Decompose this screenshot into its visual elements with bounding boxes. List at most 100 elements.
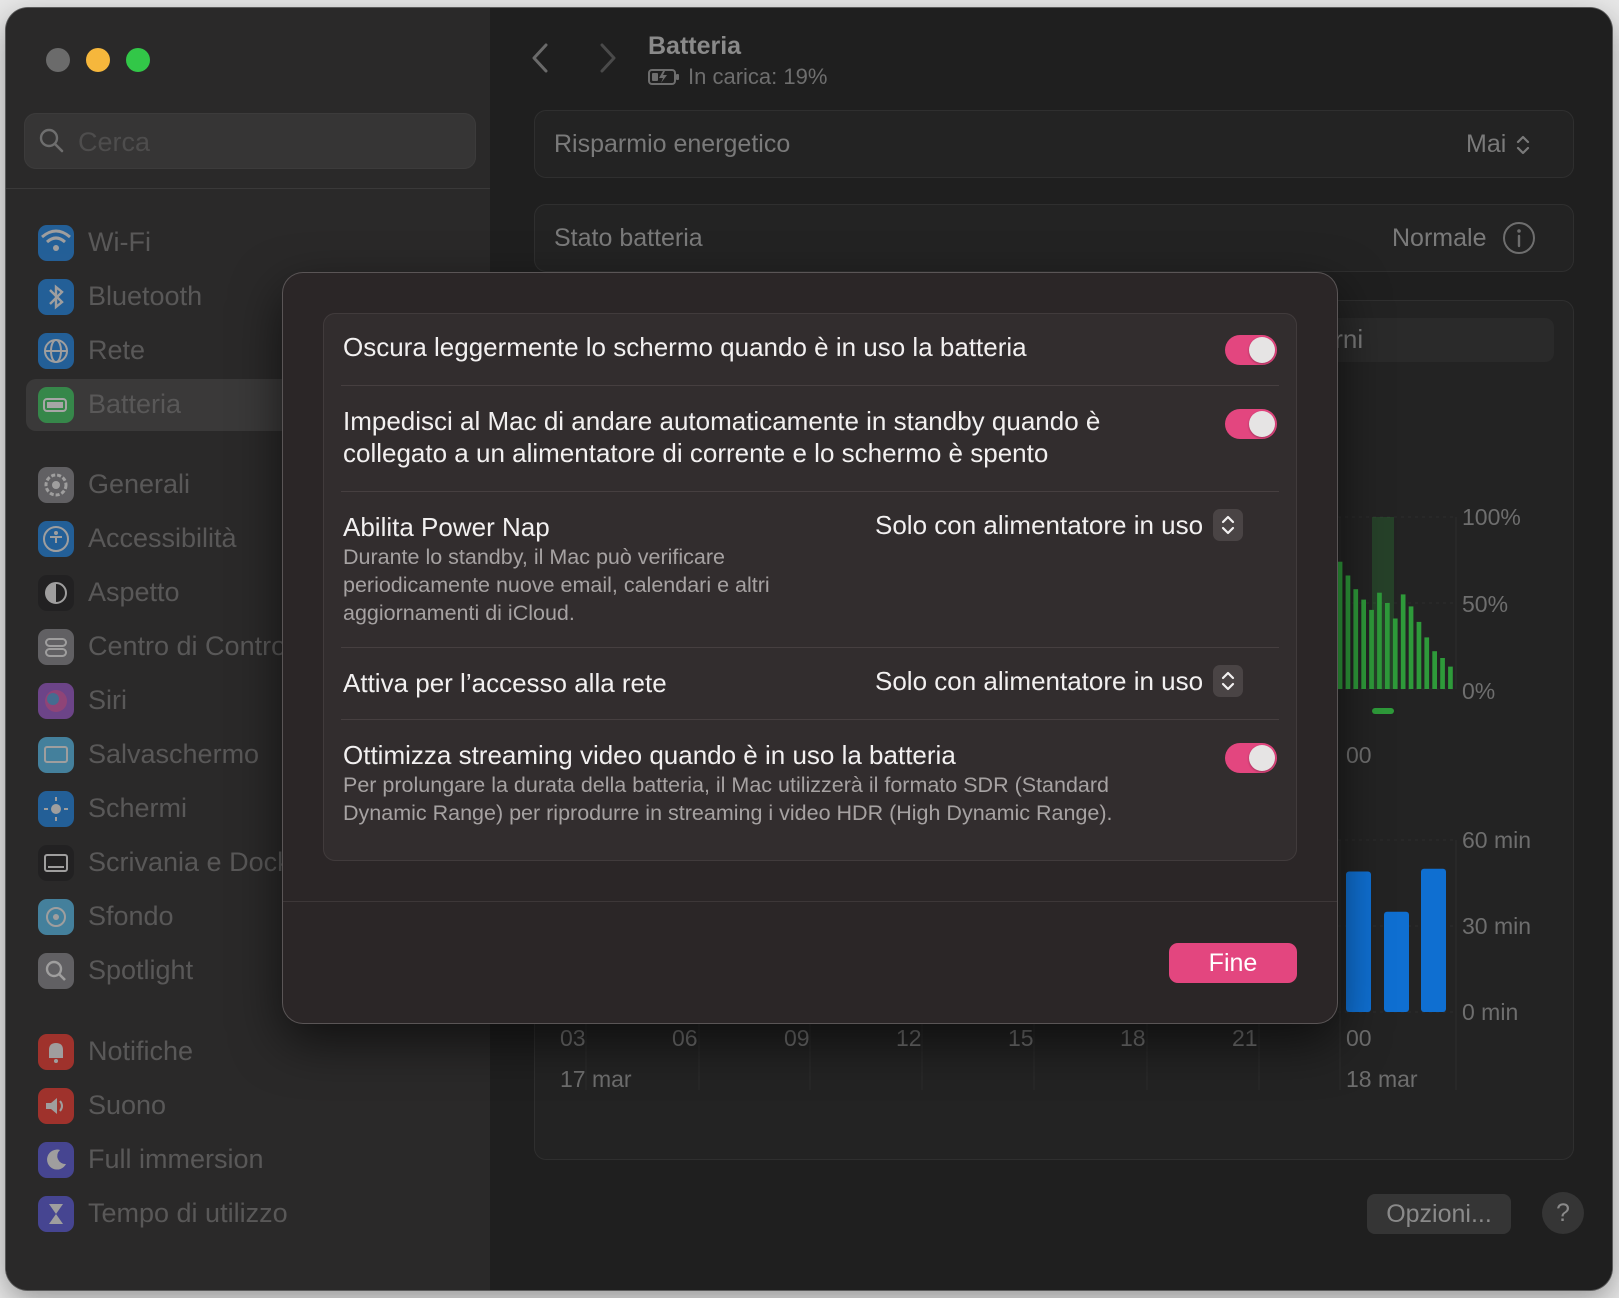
bluetooth-icon [38, 279, 74, 315]
info-icon[interactable] [1502, 221, 1536, 255]
sidebar-item-label: Schermi [88, 793, 188, 823]
sidebar-item-label: Salvaschermo [88, 739, 260, 769]
power-nap-desc-line1: Durante lo standby, il Mac può verificar… [343, 545, 726, 569]
sidebar-divider [6, 188, 490, 189]
sidebar-item-17[interactable]: Full immersion [26, 1134, 466, 1186]
low-power-value: Mai [1466, 130, 1507, 158]
toggle-knob [1249, 411, 1275, 437]
video-streaming-desc-line1: Per prolungare la durata della batteria,… [343, 773, 1110, 797]
video-streaming-toggle[interactable] [1225, 743, 1277, 773]
sidebar-item-label: Spotlight [88, 955, 194, 985]
x-axis-label: 00 [1346, 1025, 1372, 1051]
zoom-window-button[interactable] [126, 48, 150, 72]
minimize-window-button[interactable] [86, 48, 110, 72]
battery-charging-icon [648, 69, 679, 85]
row-separator [341, 719, 1279, 720]
wake-network-select[interactable]: Solo con alimentatore in uso [875, 665, 1244, 697]
battery-level-bar [1361, 599, 1366, 689]
chevron-updown-icon [1213, 665, 1244, 697]
row-separator [341, 385, 1279, 386]
battery-health-value: Normale [1392, 224, 1487, 252]
bell-icon [38, 1034, 74, 1070]
search-input[interactable] [76, 123, 460, 161]
dock-icon [38, 845, 74, 881]
appearance-icon [38, 575, 74, 611]
x-axis-label: 00 [1346, 742, 1372, 768]
x-axis-label: 03 [560, 1025, 586, 1051]
power-nap-desc-line2: periodicamente nuove email, calendari e … [343, 573, 770, 597]
forward-arrow-icon[interactable] [598, 42, 618, 74]
battery-level-bar [1337, 561, 1343, 689]
date-label: 18 mar [1346, 1066, 1418, 1092]
sidebar-item-16[interactable]: Suono [26, 1080, 466, 1132]
close-window-button[interactable] [46, 48, 70, 72]
sidebar-item-label: Aspetto [88, 577, 180, 607]
wifi-icon [38, 225, 74, 261]
battery-health-label: Stato batteria [554, 224, 703, 252]
energy-options-sheet: Oscura leggermente lo schermo quando è i… [283, 273, 1337, 1023]
toggle-knob [1249, 337, 1275, 363]
low-power-row: Risparmio energetico Mai [534, 110, 1574, 178]
sidebar-item-label: Tempo di utilizzo [88, 1198, 288, 1228]
prevent-sleep-toggle[interactable] [1225, 409, 1277, 439]
date-label: 17 mar [560, 1066, 632, 1092]
sidebar-item-label: Scrivania e Dock [88, 847, 291, 877]
y-axis-label: 50% [1462, 591, 1508, 617]
page-title: Batteria [648, 32, 742, 60]
wake-network-value: Solo con alimentatore in uso [875, 665, 1204, 696]
battery-level-bar [1392, 618, 1398, 689]
prevent-sleep-label-line2: collegato a un alimentatore di corrente … [343, 438, 1049, 468]
wallpaper-icon [38, 899, 74, 935]
battery-level-bar [1385, 603, 1390, 689]
screensaver-icon [38, 737, 74, 773]
battery-icon [38, 387, 74, 423]
sidebar-item-label: Siri [88, 685, 127, 715]
gear-icon [38, 467, 74, 503]
charging-status-text: In carica: 19% [688, 64, 828, 89]
sidebar-item-label: Bluetooth [88, 281, 203, 311]
screen-usage-bar [1384, 911, 1409, 1012]
y-axis-label: 0% [1462, 678, 1495, 704]
x-axis-label: 12 [896, 1025, 922, 1051]
x-axis-label: 06 [672, 1025, 698, 1051]
video-streaming-desc-line2: Dynamic Range) per riprodurre in streami… [343, 801, 1113, 825]
moon-icon [38, 1142, 74, 1178]
screen-usage-bar [1421, 868, 1446, 1012]
back-arrow-icon[interactable] [530, 42, 550, 74]
sidebar-item-18[interactable]: Tempo di utilizzo [26, 1188, 466, 1240]
battery-level-bar [1408, 606, 1414, 689]
battery-level-bar [1353, 589, 1359, 689]
battery-level-bar [1448, 666, 1453, 689]
sidebar-item-label: Wi-Fi [88, 227, 151, 257]
row-separator [341, 491, 1279, 492]
sheet-footer-separator [283, 901, 1337, 902]
charging-indicator [1372, 708, 1394, 714]
sidebar-item-1[interactable]: Wi-Fi [26, 217, 466, 269]
help-button[interactable]: ? [1542, 1192, 1584, 1234]
options-group: Oscura leggermente lo schermo quando è i… [323, 313, 1297, 861]
battery-level-bar [1424, 637, 1430, 689]
sidebar-item-15[interactable]: Notifiche [26, 1026, 466, 1078]
battery-level-bar [1440, 658, 1445, 689]
battery-level-bar [1400, 594, 1406, 689]
search-field[interactable] [24, 113, 476, 169]
battery-level-bar [1345, 575, 1351, 689]
done-button[interactable]: Fine [1169, 943, 1297, 983]
dim-display-toggle[interactable] [1225, 335, 1277, 365]
screen-usage-bar [1346, 871, 1371, 1012]
options-button[interactable]: Opzioni... [1367, 1194, 1511, 1234]
y-axis-label: 0 min [1462, 999, 1518, 1025]
low-power-label: Risparmio energetico [554, 130, 791, 158]
x-axis-label: 15 [1008, 1025, 1034, 1051]
sidebar-item-label: Centro di Controllo [88, 631, 314, 661]
power-nap-value: Solo con alimentatore in uso [875, 509, 1204, 540]
sidebar-item-label: Notifiche [88, 1036, 194, 1066]
selected-hour-highlight [1372, 517, 1394, 689]
battery-level-bar [1377, 592, 1382, 689]
low-power-select[interactable]: Mai [1466, 130, 1532, 159]
search-icon [39, 128, 64, 153]
chevron-updown-icon [1213, 509, 1244, 541]
battery-level-bar [1369, 609, 1374, 689]
battery-level-bar [1432, 651, 1437, 689]
power-nap-select[interactable]: Solo con alimentatore in uso [875, 509, 1244, 541]
